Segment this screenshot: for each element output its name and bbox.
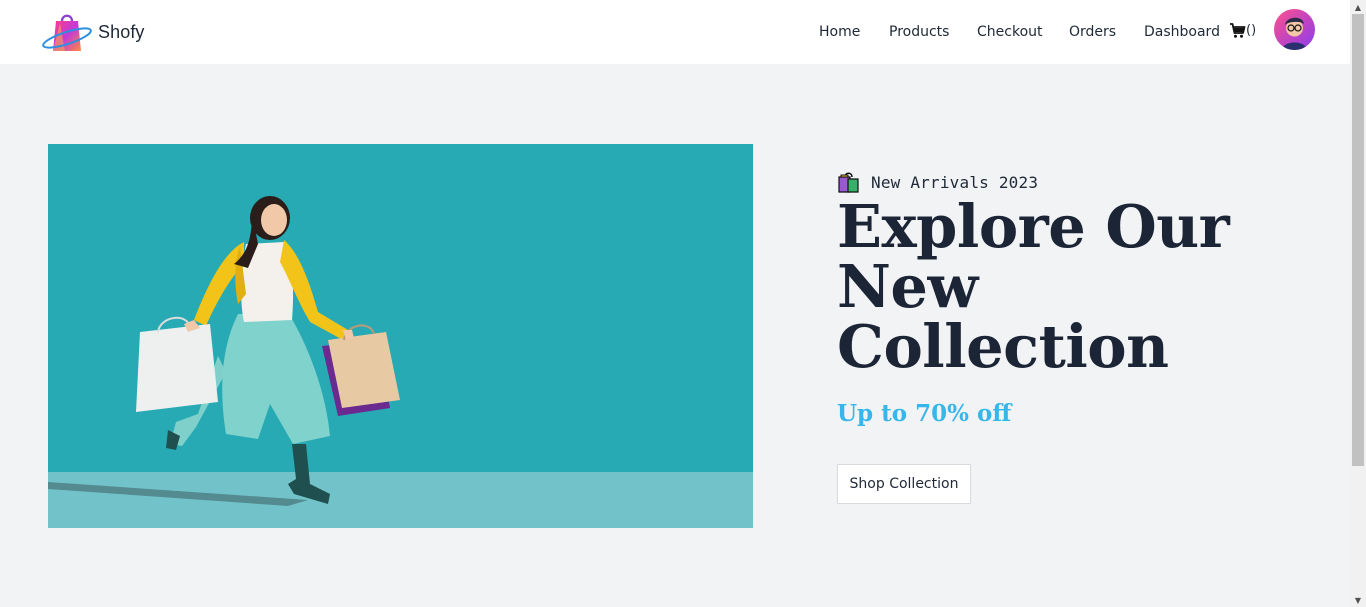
nav-link-checkout[interactable]: Checkout [977, 23, 1043, 41]
scroll-down-arrow-icon[interactable]: ▼ [1350, 593, 1366, 607]
shop-collection-button[interactable]: Shop Collection [837, 464, 971, 504]
user-avatar-icon [1274, 9, 1315, 50]
hero-content: New Arrivals 2023 Explore Our New Collec… [837, 170, 1257, 504]
woman-with-shopping-bags-photo [48, 144, 753, 528]
cart-button[interactable]: () [1229, 22, 1256, 39]
brand-link[interactable]: Shofy [41, 11, 145, 53]
discount-text: Up to 70% off [837, 400, 1012, 427]
nav-link-home[interactable]: Home [819, 23, 860, 41]
nav-link-products[interactable]: Products [889, 23, 949, 41]
eyebrow-text: New Arrivals 2023 [871, 172, 1039, 192]
scroll-up-arrow-icon[interactable]: ▲ [1350, 0, 1366, 14]
cart-count: () [1246, 23, 1257, 38]
shopping-cart-icon [1229, 22, 1246, 39]
nav-link-dashboard[interactable]: Dashboard [1144, 23, 1220, 41]
hero-headline: Explore Our New Collection [837, 192, 1230, 381]
nav-link-orders[interactable]: Orders [1069, 23, 1116, 41]
shopping-bags-emoji-icon [837, 171, 860, 194]
navbar: Shofy Home Products Checkout Orders Dash… [0, 0, 1350, 64]
user-avatar[interactable] [1274, 9, 1315, 50]
shopping-bag-logo-icon [41, 11, 93, 53]
new-arrivals-tagline: New Arrivals 2023 [837, 170, 1257, 194]
brand-name: Shofy [98, 21, 145, 42]
scrollbar-thumb[interactable] [1352, 14, 1364, 466]
hero-banner-image [48, 144, 753, 528]
vertical-scrollbar[interactable]: ▲ ▼ [1350, 0, 1366, 607]
